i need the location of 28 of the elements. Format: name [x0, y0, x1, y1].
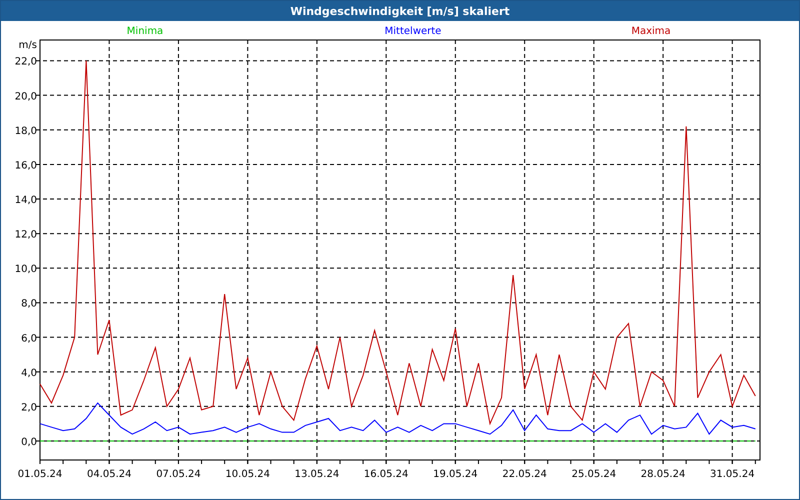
y-tick-label: 22,0 [14, 56, 37, 68]
legend-label: Mittelwerte [384, 26, 442, 37]
x-tick-label: 07.05.24 [156, 469, 201, 480]
y-tick-label: 10,0 [14, 264, 37, 276]
axis-unit-label: m/s [18, 40, 37, 51]
y-tick-label: 20,0 [14, 91, 37, 102]
x-tick-label: 31.05.24 [710, 469, 755, 480]
y-tick-label: 4,0 [21, 368, 37, 379]
y-tick-label: 18,0 [14, 126, 37, 137]
legend-label: Maxima [631, 26, 671, 37]
x-tick-label: 22.05.24 [502, 469, 547, 480]
window-title: Windgeschwindigkeit [m/s] skaliert [290, 4, 510, 18]
x-tick-label: 13.05.24 [294, 469, 340, 480]
x-tick-label: 19.05.24 [433, 469, 478, 480]
x-tick-label: 01.05.24 [18, 469, 62, 480]
x-tick-label: 10.05.24 [225, 469, 270, 480]
y-tick-label: 6,0 [21, 333, 37, 344]
y-tick-label: 16,0 [14, 160, 37, 172]
y-tick-label: 2,0 [21, 402, 37, 414]
y-tick-label: 12,0 [14, 230, 37, 241]
x-tick-label: 16.05.24 [364, 469, 408, 480]
x-tick-label: 25.05.24 [572, 469, 616, 480]
x-tick-label: 04.05.24 [86, 469, 132, 480]
y-tick-label: 0,0 [21, 437, 37, 448]
y-tick-label: 8,0 [21, 298, 37, 310]
x-tick-label: 28.05.24 [640, 469, 686, 480]
y-tick-label: 14,0 [14, 195, 37, 206]
legend-label: Minima [126, 26, 164, 37]
